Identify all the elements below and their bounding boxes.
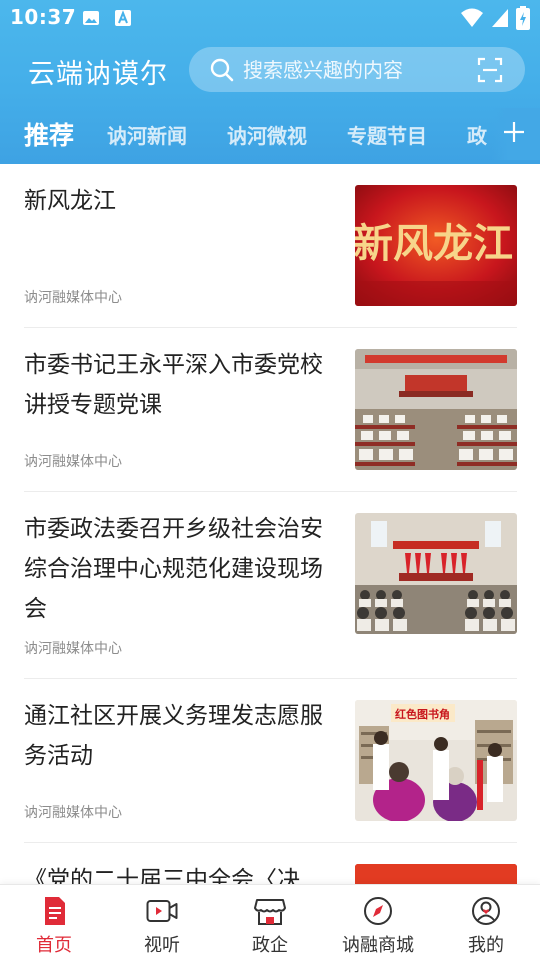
- search-bar[interactable]: [189, 47, 525, 92]
- user-icon: [472, 897, 500, 925]
- news-thumbnail: [355, 864, 517, 884]
- tab-government[interactable]: 政: [467, 120, 487, 149]
- store-icon: [254, 899, 286, 925]
- battery-charging-icon: [516, 6, 530, 30]
- search-icon: [210, 58, 234, 82]
- news-source: 讷河融媒体中心: [24, 290, 122, 306]
- status-bar: 10:37: [0, 0, 540, 36]
- news-item[interactable]: 新风龙江 讷河融媒体中心 新风龙江: [24, 164, 517, 328]
- news-thumbnail: 新风龙江: [355, 185, 517, 306]
- nav-government-enterprise[interactable]: 政企: [216, 885, 324, 960]
- bottom-navigation: 首页 视听 政企 讷融商城 我的: [0, 884, 540, 960]
- add-channel-button[interactable]: [492, 108, 540, 160]
- news-title: 《党的二十届三中全会〈决: [24, 867, 300, 884]
- scan-icon[interactable]: [477, 57, 503, 83]
- tab-special-programs[interactable]: 专题节目: [347, 120, 427, 149]
- channel-tabs: 推荐 讷河新闻 讷河微视 专题节目 政: [0, 108, 540, 160]
- nav-label: 视听: [144, 935, 180, 956]
- font-app-icon: [115, 10, 131, 26]
- search-input[interactable]: [243, 53, 463, 86]
- news-title: 通江社区开展义务理发志愿服务活动: [24, 703, 323, 769]
- nav-label: 首页: [36, 935, 72, 956]
- nav-video[interactable]: 视听: [108, 885, 216, 960]
- video-icon: [146, 900, 178, 922]
- news-item[interactable]: 市委政法委召开乡级社会治安综合治理中心规范化建设现场会 讷河融媒体中心: [24, 492, 517, 679]
- tab-recommend[interactable]: 推荐: [24, 116, 74, 152]
- news-item[interactable]: 市委书记王永平深入市委党校讲授专题党课 讷河融媒体中心: [24, 328, 517, 492]
- tab-nehe-news[interactable]: 讷河新闻: [107, 120, 187, 149]
- news-thumbnail: [355, 513, 517, 634]
- home-doc-icon: [45, 897, 65, 925]
- status-time: 10:37: [10, 5, 77, 29]
- plus-icon: [504, 122, 524, 142]
- compass-icon: [364, 897, 392, 925]
- news-item[interactable]: 通江社区开展义务理发志愿服务活动 讷河融媒体中心 红色图书角: [24, 679, 517, 843]
- news-source: 讷河融媒体中心: [24, 641, 122, 657]
- thumbnail-text: 新风龙江: [355, 220, 513, 267]
- thumbnail-text: 红色图书角: [395, 707, 450, 721]
- news-feed: 新风龙江 讷河融媒体中心 新风龙江 市委书记王永平深入市委党校讲授专题党课 讷河…: [0, 164, 540, 884]
- news-thumbnail: 红色图书角: [355, 700, 517, 821]
- news-source: 讷河融媒体中心: [24, 454, 122, 470]
- nav-label: 讷融商城: [342, 935, 414, 956]
- status-icons: [460, 6, 530, 30]
- nav-home[interactable]: 首页: [0, 885, 108, 960]
- nav-profile[interactable]: 我的: [432, 885, 540, 960]
- app-header: 10:37 云端讷谟尔 搜索感兴趣的内容 推荐 讷河新闻 讷河微视 专题节目 政: [0, 0, 540, 164]
- news-title: 新风龙江: [24, 188, 116, 214]
- tab-nehe-microvideo[interactable]: 讷河微视: [227, 120, 307, 149]
- nav-mall[interactable]: 讷融商城: [324, 885, 432, 960]
- news-item[interactable]: 《党的二十届三中全会〈决: [24, 843, 517, 884]
- news-thumbnail: [355, 349, 517, 470]
- news-title: 市委政法委召开乡级社会治安综合治理中心规范化建设现场会: [24, 516, 323, 622]
- nav-label: 我的: [468, 935, 504, 956]
- gallery-icon: [83, 11, 99, 25]
- signal-icon: [492, 9, 508, 27]
- nav-label: 政企: [252, 935, 288, 956]
- news-source: 讷河融媒体中心: [24, 805, 122, 821]
- app-title: 云端讷谟尔: [28, 59, 168, 90]
- wifi-icon: [461, 8, 483, 27]
- news-title: 市委书记王永平深入市委党校讲授专题党课: [24, 352, 323, 418]
